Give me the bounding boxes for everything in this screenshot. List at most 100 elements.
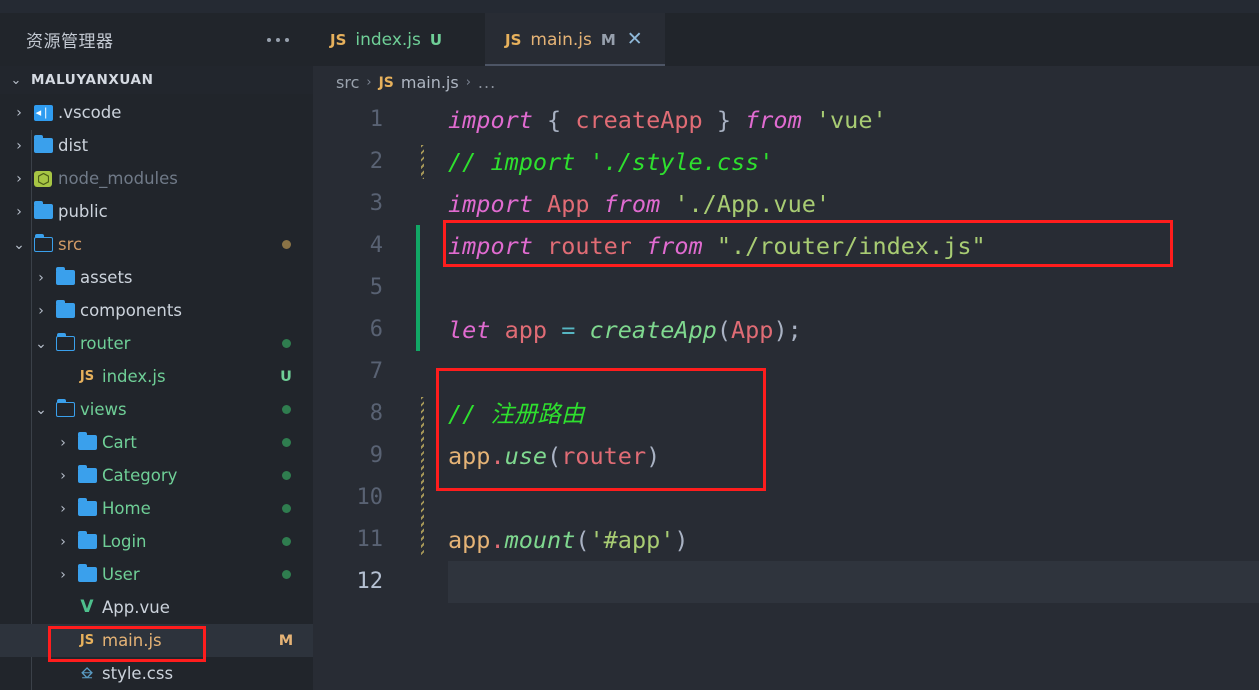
code-token: "./router/index.js" bbox=[716, 232, 986, 260]
tree-item-label: User bbox=[102, 565, 140, 584]
line-number: 1 bbox=[369, 107, 383, 132]
vue-icon: V bbox=[80, 597, 94, 617]
line-number: 2 bbox=[369, 149, 383, 174]
tree-item-category[interactable]: › Category bbox=[0, 459, 313, 492]
folder-open bbox=[52, 399, 78, 417]
editor-tab-main-js[interactable]: JS main.js M ✕ bbox=[485, 13, 665, 66]
chevron-right-icon[interactable]: › bbox=[8, 204, 30, 220]
tree-item-label: Home bbox=[102, 499, 151, 518]
chevron-right-icon[interactable]: › bbox=[52, 567, 74, 583]
tree-item-router[interactable]: ⌄ router bbox=[0, 327, 313, 360]
tree-item-label: Login bbox=[102, 532, 147, 551]
tree-item-main-js[interactable]: JS main.js M bbox=[0, 624, 313, 657]
tree-item-public[interactable]: › public bbox=[0, 195, 313, 228]
folder-solid bbox=[30, 201, 56, 219]
chevron-right-icon[interactable]: › bbox=[30, 303, 52, 319]
chevron-right-icon[interactable]: › bbox=[8, 105, 30, 121]
code-token: // import './style.css' bbox=[448, 148, 774, 176]
folder-solid bbox=[74, 531, 100, 549]
chevron-down-icon[interactable]: ⌄ bbox=[8, 237, 30, 253]
tree-item-label: dist bbox=[58, 136, 89, 155]
tree-item-change-dot bbox=[259, 501, 313, 517]
tree-item-node-modules[interactable]: › node_modules bbox=[0, 162, 313, 195]
tree-item-label: assets bbox=[80, 268, 133, 287]
line-number: 10 bbox=[356, 485, 384, 510]
chevron-right-icon-2: › bbox=[465, 75, 471, 90]
tree-item-change-dot bbox=[259, 567, 313, 583]
chevron-right-icon[interactable]: › bbox=[30, 270, 52, 286]
code-line[interactable]: app.use(router) bbox=[448, 435, 660, 477]
code-token: App bbox=[730, 316, 774, 344]
code-line[interactable]: app.mount('#app') bbox=[448, 519, 689, 561]
chevron-right-icon[interactable]: › bbox=[52, 468, 74, 484]
tree-item-label: .vscode bbox=[58, 103, 122, 122]
vscode-folder-icon: ◂❘ bbox=[30, 104, 56, 121]
code-token: app bbox=[448, 442, 491, 470]
code-token: ; bbox=[787, 316, 802, 344]
line-number: 11 bbox=[356, 527, 384, 552]
chevron-down-icon[interactable]: ⌄ bbox=[30, 402, 52, 418]
js-file-icon: JS bbox=[378, 74, 394, 91]
editor-gutter[interactable]: 1 2 3 4 5 6 7 8 9 10 11 12 bbox=[313, 99, 396, 690]
code-token: from bbox=[646, 232, 717, 260]
line-number: 8 bbox=[369, 401, 383, 426]
folder-open bbox=[30, 234, 56, 252]
line-number: 6 bbox=[369, 317, 383, 342]
code-line[interactable]: // import './style.css' bbox=[448, 141, 773, 183]
tree-item-label: main.js bbox=[102, 631, 162, 650]
tree-item-index-js[interactable]: JS index.js U bbox=[0, 360, 313, 393]
code-token: mount bbox=[504, 526, 576, 554]
line-number: 5 bbox=[369, 275, 383, 300]
breadcrumb-file[interactable]: main.js bbox=[401, 73, 459, 92]
tree-item-dist[interactable]: › dist bbox=[0, 129, 313, 162]
breadcrumb-symbols[interactable]: ... bbox=[478, 73, 496, 92]
explorer-more-actions-icon[interactable] bbox=[267, 37, 295, 42]
editor-tab-git-state: M bbox=[600, 30, 616, 49]
tree-item-components[interactable]: › components bbox=[0, 294, 313, 327]
chevron-right-icon[interactable]: › bbox=[52, 435, 74, 451]
chevron-right-icon[interactable]: › bbox=[8, 138, 30, 154]
explorer-header: 资源管理器 bbox=[0, 13, 313, 66]
code-editor[interactable]: 1 2 3 4 5 6 7 8 9 10 11 12 import { createApp } fro… bbox=[313, 99, 1259, 690]
js-file-icon: JS bbox=[505, 30, 522, 49]
chevron-down-icon[interactable]: ⌄ bbox=[30, 336, 52, 352]
tree-item-cart[interactable]: › Cart bbox=[0, 426, 313, 459]
tree-item--vscode[interactable]: › ◂❘ .vscode bbox=[0, 96, 313, 129]
tree-item-change-dot bbox=[259, 402, 313, 418]
editor-tab-git-state: U bbox=[429, 30, 443, 49]
breadcrumb: src › JS main.js › ... bbox=[313, 66, 1259, 99]
tree-item-app-vue[interactable]: V App.vue bbox=[0, 591, 313, 624]
workspace-folder-header[interactable]: ⌄ MALUYANXUAN bbox=[0, 66, 313, 94]
editor-tab-index-js[interactable]: JS index.js U bbox=[313, 13, 485, 66]
code-line[interactable]: import App from './App.vue' bbox=[448, 183, 830, 225]
code-token: . bbox=[490, 526, 505, 554]
tree-item-assets[interactable]: › assets bbox=[0, 261, 313, 294]
code-line[interactable]: let app = createApp(App); bbox=[448, 309, 802, 351]
tree-item-src[interactable]: ⌄ src bbox=[0, 228, 313, 261]
breadcrumb-root[interactable]: src bbox=[336, 73, 359, 92]
code-line[interactable]: import router from "./router/index.js" bbox=[448, 225, 986, 267]
line-number: 12 bbox=[356, 569, 384, 594]
code-token: router bbox=[561, 442, 647, 470]
code-token: App bbox=[547, 190, 604, 218]
code-token: { bbox=[547, 106, 576, 134]
tree-item-label: views bbox=[80, 400, 127, 419]
chevron-right-icon[interactable]: › bbox=[8, 171, 30, 187]
tree-item-home[interactable]: › Home bbox=[0, 492, 313, 525]
tree-item-login[interactable]: › Login bbox=[0, 525, 313, 558]
close-icon[interactable]: ✕ bbox=[627, 30, 643, 49]
code-token: ) bbox=[646, 442, 661, 470]
code-line[interactable]: // 注册路由 bbox=[448, 393, 584, 435]
chevron-right-icon[interactable]: › bbox=[52, 501, 74, 517]
explorer-sidebar: 资源管理器 ⌄ MALUYANXUAN › ◂❘ .vscode › dist › node… bbox=[0, 13, 313, 690]
editor-tab-label: main.js bbox=[530, 29, 592, 50]
tree-item-change-dot bbox=[259, 237, 313, 253]
chevron-right-icon[interactable]: › bbox=[52, 534, 74, 550]
tree-item-style-css[interactable]: ⎒ style.css bbox=[0, 657, 313, 690]
tree-item-views[interactable]: ⌄ views bbox=[0, 393, 313, 426]
tree-item-label: node_modules bbox=[58, 169, 178, 188]
tree-item-user[interactable]: › User bbox=[0, 558, 313, 591]
tree-item-change-dot bbox=[259, 468, 313, 484]
code-line[interactable]: import { createApp } from 'vue' bbox=[448, 99, 887, 141]
folder-solid bbox=[74, 432, 100, 450]
